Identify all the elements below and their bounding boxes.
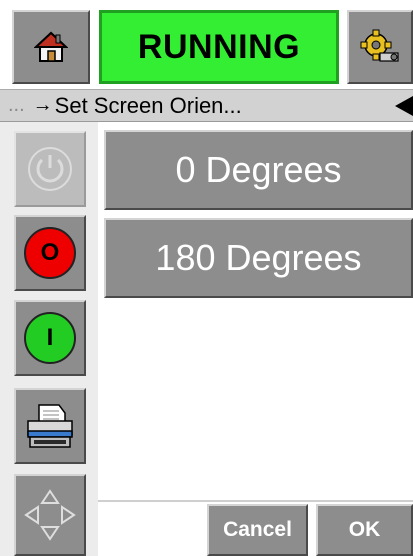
back-arrow-icon[interactable]	[395, 96, 413, 116]
power-icon	[28, 147, 72, 191]
start-icon: I	[24, 312, 76, 364]
start-label: I	[46, 324, 54, 351]
status-text: RUNNING	[137, 27, 301, 66]
settings-button[interactable]	[347, 10, 413, 84]
option-0-degrees-button[interactable]: 0 Degrees	[104, 130, 413, 210]
home-icon	[34, 31, 68, 62]
stop-label: O	[40, 239, 60, 266]
divider	[98, 500, 413, 502]
start-button[interactable]: I	[14, 300, 86, 376]
print-button[interactable]	[14, 388, 86, 464]
option-180-degrees-button[interactable]: 180 Degrees	[104, 218, 413, 298]
stop-icon: O	[24, 227, 76, 279]
breadcrumb-title: Set Screen Orien...	[54, 92, 242, 118]
breadcrumb-ellipsis: ...	[8, 94, 25, 116]
arrows-icon	[24, 489, 76, 541]
power-button[interactable]	[14, 131, 86, 207]
settings-gear-icon	[360, 29, 399, 62]
breadcrumb-arrow-icon: →	[32, 94, 53, 116]
home-button[interactable]	[12, 10, 90, 84]
breadcrumb: ... → Set Screen Orien...	[0, 89, 413, 122]
option-label: 180 Degrees	[155, 237, 362, 278]
ok-label: OK	[348, 518, 381, 541]
navigation-button[interactable]	[14, 474, 86, 556]
ok-button[interactable]: OK	[316, 504, 413, 556]
cancel-label: Cancel	[223, 518, 292, 541]
stop-button[interactable]: O	[14, 215, 86, 291]
status-indicator: RUNNING	[99, 10, 339, 84]
printer-icon	[27, 404, 73, 448]
option-label: 0 Degrees	[175, 149, 342, 190]
cancel-button[interactable]: Cancel	[207, 504, 308, 556]
